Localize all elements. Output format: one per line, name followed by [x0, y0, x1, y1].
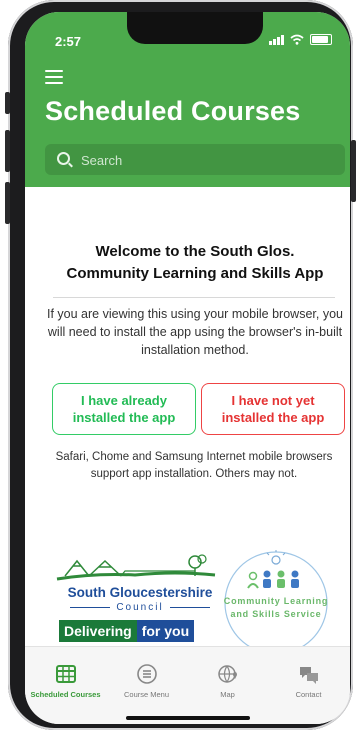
notch — [127, 12, 263, 44]
globe-pin-icon — [217, 665, 237, 683]
tab-course-menu-label: Course Menu — [123, 690, 170, 699]
already-installed-label-1: I have already — [80, 393, 167, 408]
sg-name: South Gloucestershire — [67, 585, 213, 600]
not-installed-label-2: installed the app — [221, 410, 325, 425]
tab-map-label: Map — [220, 690, 235, 699]
tab-map[interactable]: Map — [187, 647, 268, 699]
search-input[interactable] — [79, 144, 333, 177]
south-glos-council-logo: South Gloucestershire Council Delivering… — [55, 549, 225, 649]
wifi-icon — [290, 34, 304, 45]
cellular-signal-icon — [269, 34, 284, 45]
cls-line-1: Community Learning — [223, 596, 329, 606]
council-rule-right — [169, 607, 210, 608]
power-button — [351, 140, 356, 202]
volume-down-button — [5, 182, 10, 224]
side-button — [5, 92, 10, 114]
tab-scheduled-courses[interactable]: Scheduled Courses — [25, 647, 106, 699]
tab-course-menu[interactable]: Course Menu — [106, 647, 187, 699]
list-circle-icon — [136, 664, 157, 684]
tab-scheduled-courses-label: Scheduled Courses — [30, 690, 101, 699]
welcome-line-1: Welcome to the South Glos. — [95, 243, 295, 260]
status-time: 2:57 — [55, 34, 82, 49]
bridge-landscape-icon — [56, 554, 216, 581]
hamburger-menu-icon[interactable] — [45, 70, 63, 84]
cls-line-2: and Skills Service — [230, 609, 322, 619]
page-title: Scheduled Courses — [45, 96, 301, 126]
already-installed-label-2: installed the app — [72, 410, 176, 425]
browser-support-note: Safari, Chome and Samsung Internet mobil… — [55, 451, 333, 480]
sg-council-label: Council — [116, 602, 164, 613]
app-header: 2:57 Scheduled Courses — [25, 12, 350, 187]
chat-bubbles-icon — [299, 667, 318, 684]
volume-up-button — [5, 130, 10, 172]
home-indicator[interactable] — [126, 716, 250, 720]
divider — [53, 297, 335, 298]
already-installed-button[interactable]: I have already installed the app — [52, 383, 196, 435]
calendar-grid-icon — [55, 665, 76, 683]
search-bar[interactable] — [45, 144, 345, 177]
community-learning-logo: Community Learning and Skills Service — [223, 550, 329, 656]
not-installed-label-1: I have not yet — [231, 393, 315, 408]
bottom-tab-bar: Scheduled Courses Course Menu Map Contac… — [25, 646, 350, 724]
app-screen: 2:57 Scheduled Courses Welcome to the So… — [25, 12, 350, 724]
battery-icon — [310, 34, 332, 45]
council-rule-left — [70, 607, 111, 608]
sg-tag-for-you: for you — [136, 620, 195, 642]
welcome-line-2: Community Learning and Skills App — [66, 265, 324, 282]
tab-contact[interactable]: Contact — [268, 647, 349, 699]
status-icons — [269, 34, 332, 45]
install-notice: If you are viewing this using your mobil… — [47, 307, 343, 357]
sg-tag-delivering: Delivering — [59, 620, 137, 642]
search-icon — [57, 152, 70, 165]
sg-council-row: Council — [55, 602, 225, 613]
phone-frame: 2:57 Scheduled Courses Welcome to the So… — [5, 0, 356, 730]
welcome-heading: Welcome to the South Glos. Community Lea… — [45, 241, 345, 285]
not-installed-button[interactable]: I have not yet installed the app — [201, 383, 345, 435]
tab-contact-label: Contact — [295, 690, 322, 699]
sg-tagline: Delivering for you — [59, 620, 195, 642]
